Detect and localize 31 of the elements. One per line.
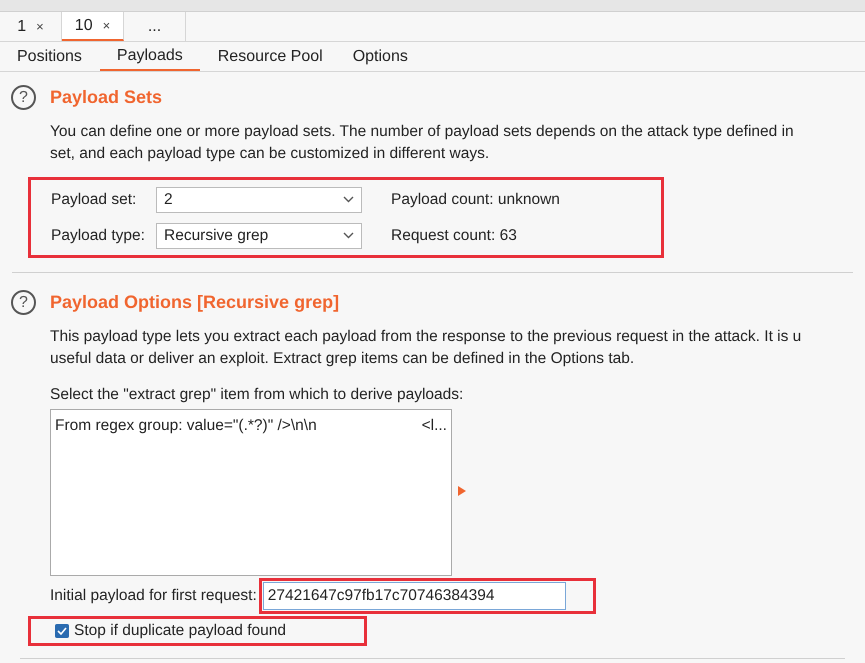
initial-payload-field[interactable]: 27421647c97fb17c70746384394 — [262, 582, 566, 610]
instance-tab[interactable]: ... — [124, 12, 186, 41]
triangle-right-icon — [458, 486, 466, 496]
chevron-down-icon — [343, 196, 354, 203]
check-icon — [57, 627, 67, 635]
field-label: Payload set: — [51, 190, 138, 210]
stop-duplicate-checkbox[interactable]: Stop if duplicate payload found — [55, 619, 286, 643]
description-text: set, and each payload type can be customized in different ways. — [50, 144, 490, 164]
list-label: Select the "extract grep" item from which to derive payloads: — [49, 385, 464, 405]
sub-tab[interactable]: Options — [340, 42, 420, 71]
help-icon[interactable]: ? — [11, 85, 36, 110]
list-item[interactable]: From regex group: value="(.*?)" />\n\n <l... — [55, 414, 447, 438]
field-label: Payload type: — [51, 226, 146, 246]
dropdown[interactable]: Recursive grep — [156, 222, 362, 248]
section-title: Payload Options [Recursive grep] — [50, 291, 340, 314]
help-icon[interactable]: ? — [11, 290, 36, 315]
sub-tab[interactable]: Resource Pool — [206, 42, 335, 71]
checkbox[interactable] — [55, 624, 69, 638]
field-label: Initial payload for first request: — [50, 586, 257, 606]
chevron-down-icon — [343, 232, 354, 239]
description-text: This payload type lets you extract each payload from the response to the previous request in the attack. It is u — [50, 327, 802, 347]
section-title: Payload Sets — [50, 86, 162, 109]
sub-tab[interactable]: Payloads — [100, 42, 200, 71]
dropdown[interactable]: 2 — [156, 186, 362, 212]
extract-grep-list[interactable]: From regex group: value="(.*?)" />\n\n <l... — [50, 409, 452, 576]
instance-tab[interactable]: 10 × — [62, 12, 124, 41]
info-text: Request count: 63 — [391, 226, 517, 246]
description-text: useful data or deliver an exploit. Extract grep items can be defined in the Options tab. — [50, 349, 636, 369]
info-text: Payload count: unknown — [391, 190, 560, 210]
description-text: You can define one or more payload sets. The number of payload sets depends on the attack type defined in — [50, 122, 795, 142]
sub-tab[interactable]: Positions — [5, 42, 94, 71]
